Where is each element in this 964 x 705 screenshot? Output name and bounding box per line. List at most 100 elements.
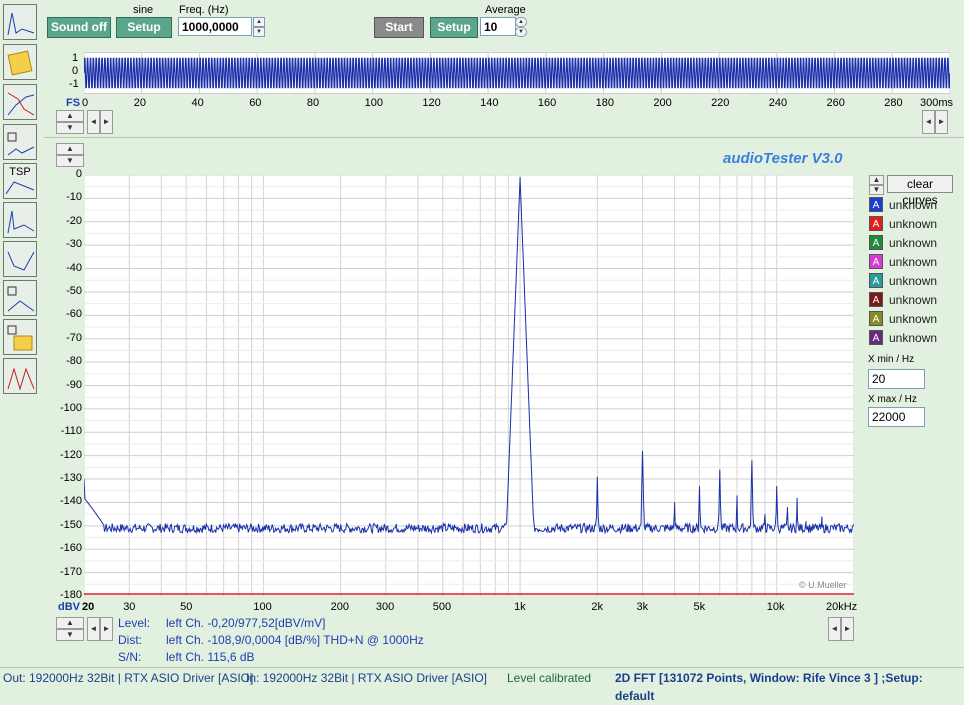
spectrum-ytick: -60 [66,308,82,321]
clear-curves-button[interactable]: clear curves [887,175,953,207]
legend-label: unknown [889,217,938,231]
time-xtick: 180 [595,97,614,109]
spectrum-plot: © U.Mueller [84,175,854,596]
time-xtick: 80 [306,97,320,109]
legend-color-swatch[interactable]: A [869,273,883,288]
bottom-right-right-button[interactable]: ► [841,617,854,641]
legend-color-swatch[interactable]: A [869,254,883,269]
oscilloscope-icon[interactable] [3,358,37,394]
sound-off-button[interactable]: Sound off [47,17,111,38]
status-level: Level calibrated [507,671,592,685]
average-input[interactable]: 10 [480,17,516,36]
spectrum-xtick: 500 [432,601,452,613]
legend-color-swatch[interactable]: A [869,292,883,307]
frequency-up-button[interactable]: ▲ [253,17,265,27]
level-label: Level: [118,616,151,630]
status-output: Out: 192000Hz 32Bit | RTX ASIO Driver [A… [3,671,254,685]
legend-label: unknown [889,293,938,307]
spectrum-xtick: 30 [123,601,136,613]
time-ytick: 1 [72,52,79,64]
bottom-right-left-button[interactable]: ◄ [828,617,841,641]
time-xtick: 200 [653,97,672,109]
time-xtick: 140 [480,97,499,109]
spectrum-ytick: -110 [60,425,82,438]
x-max-input[interactable]: 22000 [868,407,925,427]
bottom-scroll-right-button[interactable]: ► [100,617,113,641]
spectrum-ytick: -150 [59,518,82,531]
generator-setup-button[interactable]: Setup [116,17,172,38]
distortion-icon[interactable] [3,202,37,238]
speaker-measure-icon[interactable] [3,280,37,316]
time-scroll-right-button[interactable]: ► [100,110,113,134]
spectrum-xtick: 200 [330,601,350,613]
copyright-text: © U.Mueller [799,580,847,590]
average-label: Average [485,4,526,16]
bottom-scale-up-button[interactable]: ▲ [56,617,84,629]
notes-icon[interactable] [3,44,37,80]
tsp-icon[interactable]: TSP [3,163,37,199]
spectrum-xtick: 300 [375,601,395,613]
y-unit-label: dBV [58,601,80,613]
time-xtick: 0 [82,97,89,109]
curves-down-button[interactable]: ▼ [869,185,884,195]
time-ytick: -1 [69,78,79,90]
time-scroll-left-button[interactable]: ◄ [87,110,100,134]
fs-label: FS [66,97,81,109]
sn-value: left Ch. 115,6 dB [166,650,255,664]
spectrum-xtick: 1k [514,601,526,613]
spectrum-ytick: -10 [66,191,82,204]
time-xtick: 220 [711,97,730,109]
distortion-value: left Ch. -108,9/0,0004 [dB/%] THD+N @ 10… [166,633,424,647]
speaker-notes-icon[interactable] [3,319,37,355]
time-scale-down-button[interactable]: ▼ [56,122,84,134]
spectrum-xtick: 10k [766,601,785,613]
frequency-response-icon[interactable] [3,84,37,120]
bottom-scale-down-button[interactable]: ▼ [56,629,84,641]
legend-color-swatch[interactable]: A [869,235,883,250]
time-right-left-button[interactable]: ◄ [922,110,935,134]
spectrum-ytick: -140 [59,495,82,508]
spectrum-ytick: -70 [66,331,82,344]
time-waveform-line [84,57,950,89]
time-xtick: 60 [249,97,262,109]
fft-spectrum-icon[interactable] [3,4,37,40]
section-divider [44,137,964,138]
average-down-button[interactable]: ▼ [515,27,527,37]
average-up-button[interactable]: ▲ [515,17,527,27]
spectrum-ytick: -40 [66,261,82,274]
analyzer-setup-button[interactable]: Setup [430,17,478,38]
spectrum-scale-up-button[interactable]: ▲ [56,143,84,155]
legend-color-swatch[interactable]: A [869,216,883,231]
time-xtick: 120 [422,97,441,109]
x-max-label: X max / Hz [868,394,917,405]
spectrum-ytick: -130 [59,472,82,485]
spectrum-xtick: 100 [253,601,272,613]
x-min-input[interactable]: 20 [868,369,925,389]
time-xtick: 160 [537,97,557,109]
spectrum-ytick: -30 [66,238,82,251]
frequency-input[interactable]: 1000,0000 [178,17,252,36]
spectrum-ytick: -120 [59,448,82,461]
spectrum-ytick: -180 [59,589,82,601]
status-fft: 2D FFT [131072 Points, Window: Rife Vinc… [615,671,923,703]
time-scale-up-button[interactable]: ▲ [56,110,84,122]
legend-label: unknown [889,198,938,212]
spectrum-xtick: 2k [591,601,603,613]
spectrum-ytick: -170 [59,565,82,578]
legend-label: unknown [889,331,938,345]
legend-color-swatch[interactable]: A [869,311,883,326]
frequency-down-button[interactable]: ▼ [253,27,265,37]
bandwidth-icon[interactable] [3,241,37,277]
time-right-right-button[interactable]: ► [935,110,948,134]
spectrum-scale-down-button[interactable]: ▼ [56,155,84,167]
time-xtick: 260 [826,97,845,109]
spectrum-ytick: 0 [75,168,82,180]
legend-color-swatch[interactable]: A [869,197,883,212]
curves-up-button[interactable]: ▲ [869,175,884,185]
bottom-scroll-left-button[interactable]: ◄ [87,617,100,641]
legend-color-swatch[interactable]: A [869,330,883,345]
spectrum-xtick: 20 [82,601,95,613]
time-xtick: 40 [191,97,204,109]
speaker-impedance-icon[interactable] [3,124,37,160]
start-button[interactable]: Start [374,17,424,38]
